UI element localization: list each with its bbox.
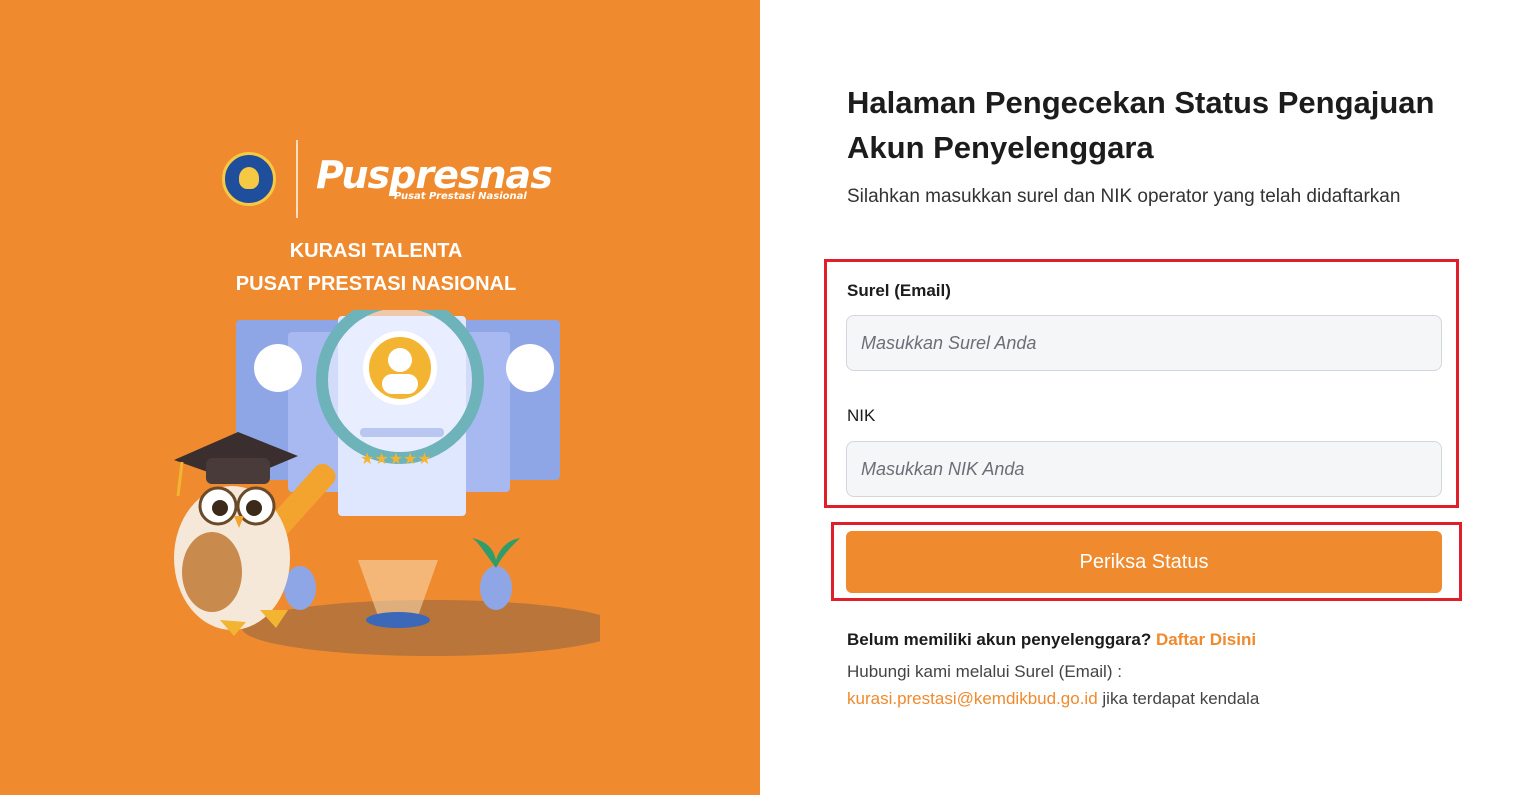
email-label: Surel (Email) [847,281,951,300]
left-title-line2: PUSAT PRESTASI NASIONAL [235,273,517,295]
page-title: Halaman Pengecekan Status Pengajuan Akun… [847,85,1435,165]
svg-text:★★★★★: ★★★★★ [360,449,432,468]
register-prompt: Belum memiliki akun penyelenggara? Dafta… [847,630,1256,650]
contact-prefix: Hubungi kami melalui Surel (Email) : [847,662,1122,681]
kemdikbud-emblem-icon [222,152,276,206]
nik-input[interactable] [846,441,1442,497]
contact-suffix: jika terdapat kendala [1102,689,1260,708]
check-status-button[interactable]: Periksa Status [846,531,1442,593]
email-input[interactable] [846,315,1442,371]
vase-right [480,566,512,610]
contact-email-link[interactable]: kurasi.prestasi@kemdikbud.go.id [847,689,1098,708]
vase-left [284,566,316,610]
left-panel: Puspresnas Pusat Prestasi Nasional KURAS… [0,0,760,795]
nik-label: NIK [847,406,876,425]
contact-line: kurasi.prestasi@kemdikbud.go.id jika ter… [847,689,1259,709]
register-question: Belum memiliki akun penyelenggara? [847,630,1152,649]
register-link[interactable]: Daftar Disini [1156,630,1256,649]
puspresnas-logo: Puspresnas Pusat Prestasi Nasional [316,153,553,202]
brand-name: Puspresnas [316,153,553,197]
page: Puspresnas Pusat Prestasi Nasional KURAS… [0,0,1513,795]
logo-divider [296,140,298,218]
page-description: Silahkan masukkan surel dan NIK operator… [847,186,1401,207]
left-title-line1: KURASI TALENTA [289,240,463,262]
talent-search-illustration: ★★★★★ [174,310,600,656]
logo-row: Puspresnas Pusat Prestasi Nasional [222,140,553,218]
